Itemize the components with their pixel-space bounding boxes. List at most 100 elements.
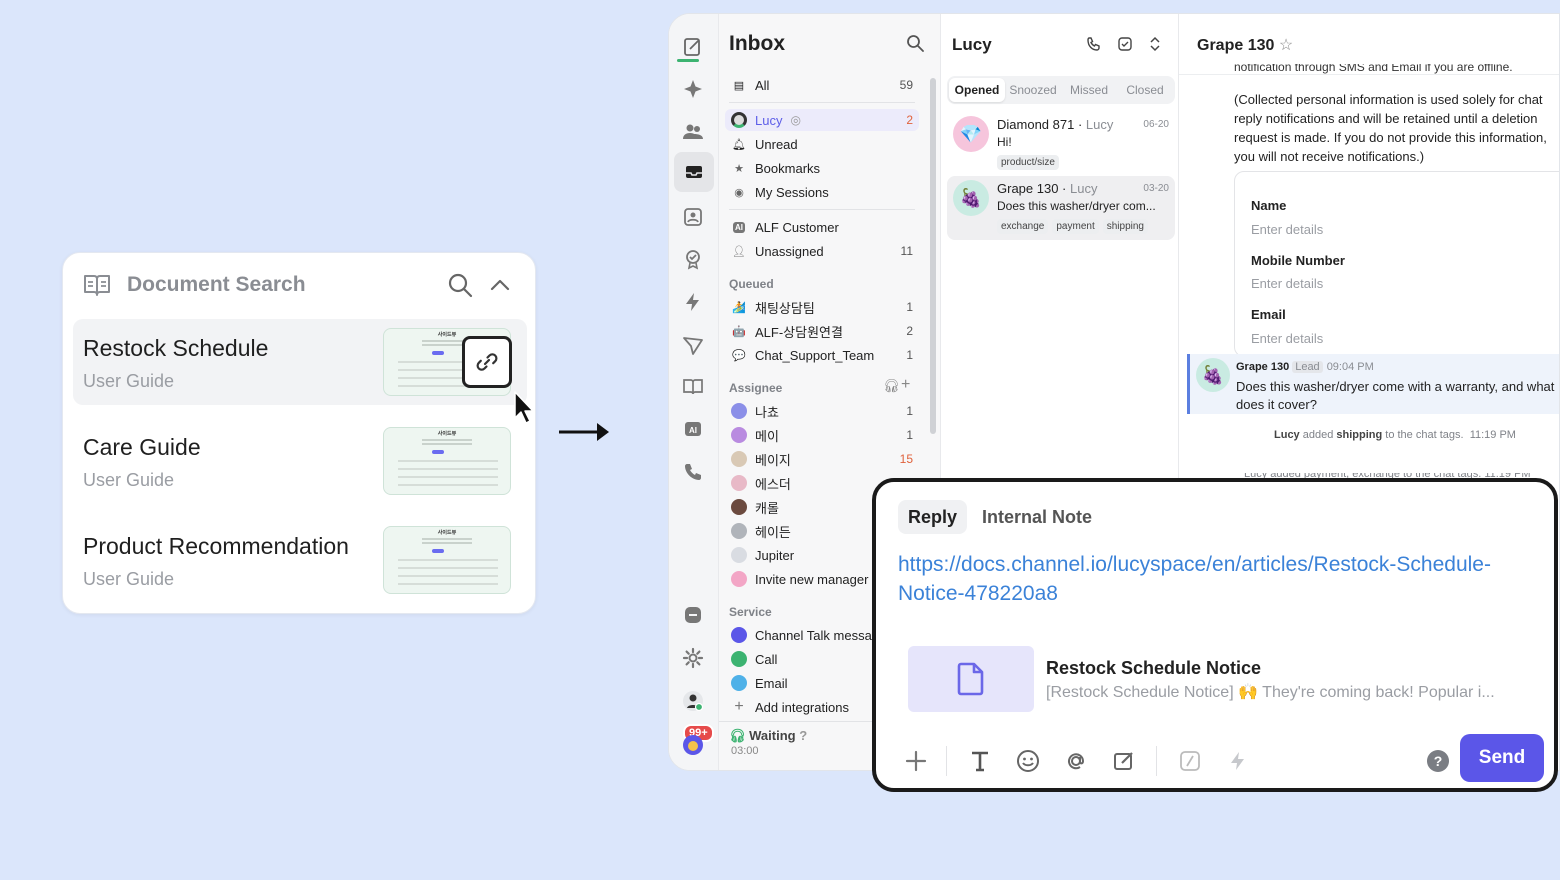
queued-section-label: Queued [729, 277, 774, 291]
assignee-item[interactable]: 나쵸 1 [725, 400, 919, 422]
chat-bubble-icon[interactable] [682, 604, 704, 626]
chat-tag: product/size [997, 155, 1059, 170]
checkbox-icon[interactable] [1117, 36, 1133, 52]
tab-opened[interactable]: Opened [949, 78, 1005, 102]
document-category: User Guide [83, 371, 175, 391]
inbox-item-lucy[interactable]: Lucy ◎ 2 [725, 109, 919, 131]
document-item-care-guide[interactable]: Care Guide User Guide 사이드뷰 [73, 418, 527, 504]
headset-icon: 🎧︎ [729, 728, 746, 743]
tab-snoozed[interactable]: Snoozed [1005, 78, 1061, 102]
ai-icon: AI [733, 221, 745, 233]
svg-text:?: ? [1434, 753, 1443, 769]
send-paper-plane-icon[interactable] [682, 334, 704, 356]
name-field[interactable]: Enter details [1251, 222, 1323, 237]
phone-icon[interactable] [1086, 36, 1102, 52]
inbox-item-unread[interactable]: 🔔︎ Unread [725, 133, 919, 155]
invite-icon [731, 571, 747, 587]
document-item-product-recommendation[interactable]: Product Recommendation User Guide 사이드뷰 [73, 517, 527, 603]
star-outline-icon[interactable]: ☆ [1279, 37, 1293, 54]
send-button[interactable]: Send [1460, 734, 1544, 782]
inbox-item-alf-customer[interactable]: AI ALF Customer [725, 216, 919, 238]
inbox-item-my-sessions[interactable]: ◉ My Sessions [725, 181, 919, 203]
inbox-item-unassigned[interactable]: 👤︎ Unassigned 11 [725, 240, 919, 262]
document-search-title: Document Search [127, 273, 306, 296]
plus-icon[interactable] [902, 747, 930, 775]
text-format-icon[interactable] [966, 747, 994, 775]
inbox-scrollbar[interactable] [930, 78, 936, 434]
queued-item[interactable]: 💬 Chat_Support_Team 1 [725, 344, 919, 366]
help-icon[interactable]: ? [1424, 747, 1452, 775]
mobile-number-field[interactable]: Enter details [1251, 276, 1323, 291]
help-icon: ? [799, 728, 808, 743]
bell-icon: 🔔︎ [732, 138, 746, 151]
speech-bubble-icon: 💬 [732, 349, 746, 362]
document-search-header: Document Search [63, 253, 535, 317]
search-icon[interactable] [906, 34, 924, 52]
document-thumbnail [908, 646, 1034, 712]
ai-icon[interactable]: AI [682, 418, 704, 440]
inbox-nav-icon[interactable] [674, 152, 714, 192]
svg-text:AI: AI [689, 426, 697, 435]
tab-closed[interactable]: Closed [1117, 78, 1173, 102]
copy-link-button[interactable] [462, 336, 512, 388]
link-icon [476, 353, 498, 371]
compose-icon[interactable] [682, 36, 704, 58]
chevron-up-icon[interactable] [487, 272, 513, 298]
assignee-item[interactable]: 베이지 15 [725, 448, 919, 470]
tab-missed[interactable]: Missed [1061, 78, 1117, 102]
avatar [731, 547, 747, 563]
reply-composer: Reply Internal Note https://docs.channel… [872, 478, 1558, 792]
assignee-item[interactable]: 메이 1 [725, 424, 919, 446]
sort-icon[interactable] [1148, 36, 1162, 52]
mouse-cursor-icon [514, 391, 534, 424]
document-category: User Guide [83, 470, 175, 490]
preview-title: Restock Schedule Notice [1046, 658, 1262, 678]
link-preview-card[interactable]: Restock Schedule Notice [Restock Schedul… [908, 646, 1528, 714]
avatar [731, 523, 747, 539]
email-icon [731, 675, 747, 691]
clipped-message-text: notification through SMS and Email if yo… [1234, 64, 1513, 74]
document-item-restock-schedule[interactable]: Restock Schedule User Guide 사이드뷰 [73, 319, 527, 405]
avatar: 🍇 [1196, 358, 1230, 392]
lightning-icon[interactable] [682, 291, 704, 313]
queued-item[interactable]: 🤖 ALF-상담원연결 2 [725, 320, 919, 342]
user-avatar-icon[interactable] [682, 690, 704, 712]
team-emoji-icon: 🏄 [732, 301, 746, 314]
contact-card-icon[interactable] [682, 206, 704, 228]
inbox-item-bookmarks[interactable]: ★ Bookmarks [725, 157, 919, 179]
active-indicator [677, 59, 699, 62]
chat-tag: exchange [997, 219, 1049, 234]
queued-item[interactable]: 🏄 채팅상담팀 1 [725, 296, 919, 318]
message-input[interactable]: https://docs.channel.io/lucyspace/en/art… [898, 550, 1538, 608]
search-icon[interactable] [447, 272, 473, 298]
headset-icon[interactable]: 🎧︎ [883, 378, 900, 394]
gear-icon[interactable] [682, 647, 704, 669]
emoji-icon[interactable] [1014, 747, 1042, 775]
avatar: 💎 [953, 116, 989, 152]
sparkle-icon[interactable] [682, 78, 704, 100]
phone-icon[interactable] [682, 461, 704, 483]
email-field[interactable]: Enter details [1251, 331, 1323, 346]
user-x-icon: 👤︎ [732, 245, 746, 258]
conversation-item[interactable]: 🍇 Grape 130 · Lucy 03-20 Does this washe… [947, 176, 1175, 240]
conversation-item[interactable]: 💎 Diamond 871 · Lucy 06-20 Hi! product/s… [947, 112, 1175, 176]
lightning-icon[interactable] [1224, 747, 1252, 775]
nav-rail: AI 99+ [669, 14, 719, 770]
inbox-item-all[interactable]: ▤ All 59 [725, 74, 919, 96]
mention-icon[interactable] [1062, 747, 1090, 775]
assignee-section-label: Assignee [729, 381, 783, 395]
plus-icon[interactable]: + [901, 376, 910, 394]
tab-reply[interactable]: Reply [898, 500, 968, 534]
tab-internal-note[interactable]: Internal Note [972, 500, 1102, 534]
slash-command-icon[interactable] [1176, 747, 1204, 775]
people-icon[interactable] [682, 120, 704, 142]
badge-check-icon[interactable] [682, 248, 704, 270]
chat-tag: payment [1052, 219, 1099, 234]
document-search-card: Document Search Restock Schedule User Gu… [62, 252, 536, 614]
lead-badge: Lead [1292, 361, 1323, 373]
book-icon[interactable] [682, 376, 704, 398]
channel-avatar-icon[interactable] [682, 734, 704, 756]
system-message: Lucy added shipping to the chat tags. 11… [1274, 429, 1516, 441]
document-link-icon[interactable] [1110, 747, 1138, 775]
waiting-status[interactable]: 🎧︎ Waiting ? [729, 728, 807, 744]
